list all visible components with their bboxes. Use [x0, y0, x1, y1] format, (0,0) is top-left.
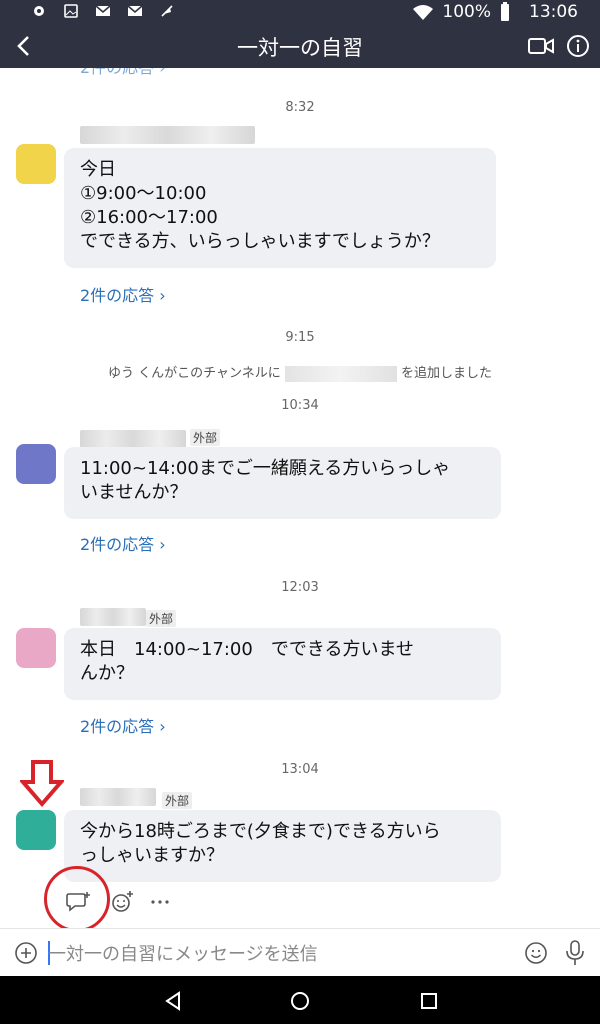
message-bubble[interactable]: 本日 14:00~17:00 でできる方いませ んか？	[64, 628, 501, 700]
message-input[interactable]: 一対一の自習にメッセージを送信	[48, 940, 318, 966]
status-bar: 100% 13:06	[0, 0, 600, 24]
avatar[interactable]	[16, 810, 56, 850]
message-composer: 一対一の自習にメッセージを送信	[0, 928, 600, 977]
blurred-username	[80, 788, 156, 806]
annotation-circle	[44, 866, 110, 932]
battery-percent: 100%	[442, 2, 491, 22]
message-line: 今日	[80, 159, 116, 180]
message-line: ②16:00〜17:00	[80, 207, 218, 228]
timestamp: 10:34	[281, 398, 319, 413]
image-icon	[64, 4, 78, 18]
avatar[interactable]	[16, 444, 56, 484]
microphone-icon[interactable]	[564, 939, 586, 967]
blurred-username	[80, 126, 255, 144]
timestamp: 12:03	[281, 580, 319, 595]
timestamp: 9:15	[285, 330, 315, 345]
system-message-prefix: ゆう くんがこのチャンネルに	[107, 366, 281, 381]
nav-home-icon[interactable]	[289, 990, 311, 1012]
clock: 13:06	[529, 2, 578, 22]
more-options-icon[interactable]	[150, 898, 170, 906]
message-line: いませんか？	[80, 482, 188, 503]
message-line: でできる方、いらっしゃいますでしょうか？	[80, 231, 440, 252]
external-badge: 外部	[146, 610, 177, 627]
message-line: ①9:00〜10:00	[80, 183, 207, 204]
message-line: 11:00~14:00までご一緒願える方いらっしゃ	[80, 458, 451, 479]
status-icons-left	[30, 3, 176, 19]
wifi-icon	[413, 5, 434, 20]
blurred-username	[80, 430, 186, 448]
message-bubble[interactable]: 今日 ①9:00〜10:00 ②16:00〜17:00 でできる方、いらっしゃい…	[64, 148, 496, 268]
system-message-suffix: を追加しました	[401, 366, 493, 381]
message-bubble[interactable]: 今から18時ごろまで(夕食まで)できる方いら っしゃいますか？	[64, 810, 501, 882]
blurred-username	[80, 608, 146, 626]
message-line: 本日 14:00~17:00 でできる方いませ	[80, 639, 414, 660]
avatar[interactable]	[16, 628, 56, 668]
mute-icon	[161, 5, 173, 17]
add-reaction-icon[interactable]	[110, 890, 134, 914]
nav-recents-icon[interactable]	[418, 990, 440, 1012]
system-message: ゆう くんがこのチャンネルに を追加しました	[0, 362, 600, 382]
avatar[interactable]	[16, 144, 56, 184]
replies-link[interactable]: 2件の応答 ›	[80, 282, 166, 306]
battery-icon	[501, 2, 509, 21]
video-call-icon[interactable]	[528, 36, 554, 56]
replies-link[interactable]: 2件の応答 ›	[80, 713, 166, 737]
channel-title: 一対一の自習	[237, 36, 363, 60]
message-list[interactable]: 2件の応答 › 8:32 今日 ①9:00〜10:00 ②16:00〜17:00…	[0, 68, 600, 928]
gmail-icon	[95, 5, 111, 16]
external-badge: 外部	[162, 792, 193, 809]
timestamp: 8:32	[285, 100, 315, 115]
gmail-icon	[127, 5, 143, 16]
app-header: 一対一の自習	[0, 24, 600, 68]
nav-back-icon[interactable]	[162, 990, 184, 1012]
replies-link-partial[interactable]: 2件の応答 ›	[80, 68, 166, 78]
message-bubble[interactable]: 11:00~14:00までご一緒願える方いらっしゃ いませんか？	[64, 447, 501, 519]
timestamp: 13:04	[281, 762, 319, 777]
add-attachment-icon[interactable]	[14, 941, 38, 965]
status-icons-right: 100% 13:06	[412, 2, 578, 22]
external-badge: 外部	[190, 429, 221, 446]
message-line: んか？	[80, 663, 134, 684]
annotation-arrow-icon	[20, 760, 64, 808]
replies-link[interactable]: 2件の応答 ›	[80, 531, 166, 555]
info-icon[interactable]	[566, 34, 590, 58]
blurred-name	[284, 365, 397, 382]
message-line: 今から18時ごろまで(夕食まで)できる方いら	[80, 821, 441, 842]
message-line: っしゃいますか？	[80, 845, 224, 866]
system-nav-bar	[0, 976, 600, 1024]
emoji-icon[interactable]	[524, 941, 548, 965]
settings-icon	[34, 6, 44, 16]
